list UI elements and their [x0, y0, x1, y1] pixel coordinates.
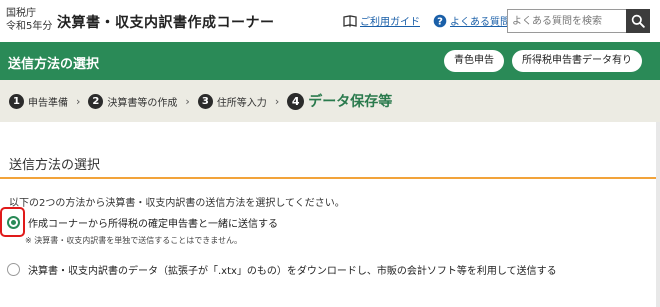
instruction-text: 以下の2つの方法から決算書・収支内訳書の送信方法を選択してください。 — [9, 198, 345, 209]
main-heading: 送信方法の選択 — [9, 158, 101, 173]
send-with-return-option[interactable]: 作成コーナーから所得税の確定申告書と一緒に送信する — [7, 215, 278, 230]
scrollbar[interactable] — [656, 122, 660, 307]
help-icon: ? — [433, 14, 447, 27]
step-label: 決算書等の作成 — [107, 97, 178, 109]
chevron-right-icon: › — [274, 94, 280, 108]
blue-return-button[interactable]: 青色申告 — [444, 50, 504, 72]
chevron-right-icon: › — [185, 94, 190, 108]
faq-search — [507, 9, 650, 33]
search-button[interactable] — [626, 9, 650, 33]
option-label: 決算書・収支内訳書のデータ（拡張子が「.xtx」のもの）をダウンロードし、市販の… — [28, 266, 557, 277]
income-tax-data-button[interactable]: 所得税申告書データ有り — [512, 50, 642, 72]
faq-search-input[interactable] — [507, 9, 626, 33]
option-label: 作成コーナーから所得税の確定申告書と一緒に送信する — [28, 219, 278, 230]
agency-logo[interactable]: 国税庁 令和5年分 — [6, 7, 52, 33]
search-icon — [631, 14, 645, 28]
faq-label: よくある質問 — [450, 17, 510, 28]
download-xtx-option[interactable]: 決算書・収支内訳書のデータ（拡張子が「.xtx」のもの）をダウンロードし、市販の… — [7, 262, 557, 277]
step-label: データ保存等 — [308, 94, 393, 110]
faq-link[interactable]: ? よくある質問 — [433, 13, 510, 28]
site-header: 国税庁 令和5年分 決算書・収支内訳書作成コーナー ご利用ガイド ? よくある質… — [0, 0, 660, 42]
step-3: 3 住所等入力 — [197, 93, 267, 109]
step-number: 4 — [287, 92, 305, 110]
tax-year: 令和5年分 — [6, 21, 53, 32]
progress-steps: 1 申告準備 › 2 決算書等の作成 › 3 住所等入力 › 4 データ保存等 — [0, 80, 660, 122]
step-1: 1 申告準備 — [9, 93, 68, 109]
book-icon — [343, 14, 357, 27]
step-2: 2 決算書等の作成 — [88, 93, 178, 109]
step-number: 3 — [197, 93, 213, 109]
step-label: 住所等入力 — [216, 97, 267, 109]
app-title: 決算書・収支内訳書作成コーナー — [57, 15, 275, 31]
section-bar: 送信方法の選択 青色申告 所得税申告書データ有り — [0, 42, 660, 80]
section-title: 送信方法の選択 — [8, 57, 100, 72]
step-4-current: 4 データ保存等 — [287, 91, 392, 111]
usage-guide-link[interactable]: ご利用ガイド — [343, 13, 420, 28]
step-label: 申告準備 — [28, 97, 68, 109]
highlight-box — [0, 207, 25, 237]
step-number: 1 — [9, 93, 24, 109]
chevron-right-icon: › — [76, 94, 81, 108]
agency-name: 国税庁 — [6, 8, 36, 19]
heading-divider — [0, 177, 660, 179]
option-note: ※ 決算書・収支内訳書を単独で送信することはできません。 — [25, 236, 243, 245]
usage-guide-label: ご利用ガイド — [360, 17, 420, 28]
radio-unselected[interactable] — [7, 263, 20, 276]
svg-text:?: ? — [437, 16, 443, 27]
step-number: 2 — [88, 93, 104, 109]
